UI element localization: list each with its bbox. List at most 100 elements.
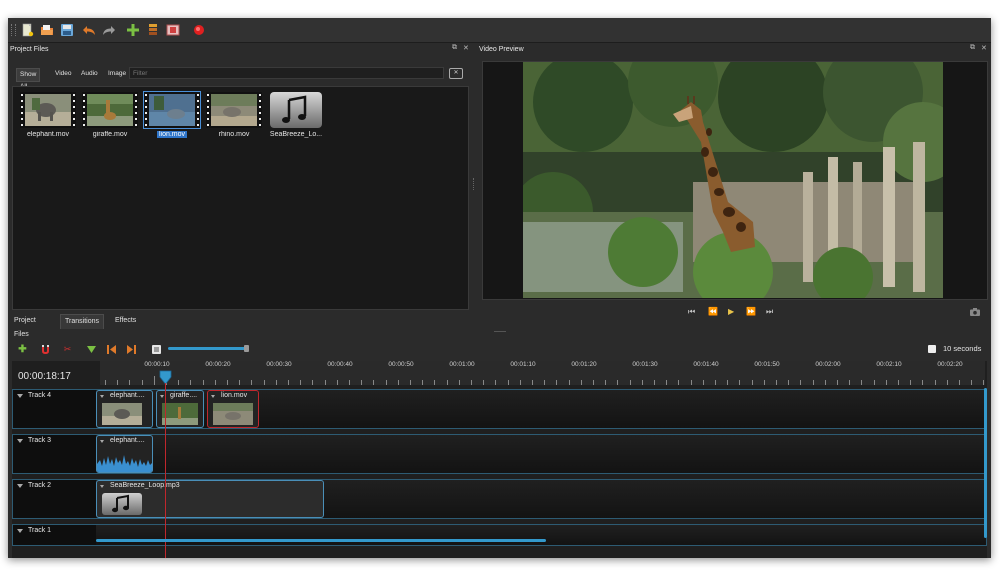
- ruler-tick: [288, 380, 289, 385]
- tab-audio[interactable]: Audio: [78, 68, 101, 80]
- clear-filter-icon[interactable]: ✕: [449, 68, 463, 79]
- close-panel-icon[interactable]: ✕: [463, 44, 469, 52]
- tab-image[interactable]: Image: [105, 68, 129, 80]
- next-marker-icon[interactable]: [126, 344, 137, 355]
- ruler-tick: [629, 380, 631, 385]
- redo-icon[interactable]: [102, 23, 116, 37]
- clip-seabreeze[interactable]: SeaBreeze_Loop.mp3: [96, 480, 324, 518]
- float-panel-icon[interactable]: ⧉: [452, 44, 457, 52]
- ruler-label: 00:00:50: [388, 361, 414, 368]
- track-2[interactable]: Track 2 SeaBreeze_Loop.mp3: [12, 479, 987, 519]
- ruler-tick: [227, 380, 228, 385]
- playhead-line[interactable]: [165, 383, 166, 558]
- new-project-icon[interactable]: [20, 23, 34, 37]
- clip-elephant-audio[interactable]: elephant....: [96, 435, 153, 473]
- file-item-seabreeze[interactable]: SeaBreeze_Lo...: [265, 92, 327, 142]
- track-menu-icon[interactable]: [17, 439, 23, 443]
- tab-show-all[interactable]: Show All: [16, 68, 41, 90]
- ruler-tick: [837, 380, 838, 385]
- ruler-label: 00:01:10: [510, 361, 536, 368]
- clip-elephant[interactable]: elephant....: [96, 390, 153, 428]
- tab-transitions[interactable]: Transitions: [60, 314, 104, 329]
- undo-icon[interactable]: [82, 23, 96, 37]
- file-item-rhino[interactable]: rhino.mov: [203, 92, 265, 142]
- jump-start-icon[interactable]: ⏮: [688, 307, 695, 317]
- ruler-label: 00:00:20: [205, 361, 231, 368]
- ruler-tick: [434, 380, 436, 385]
- clip-menu-icon[interactable]: [100, 395, 104, 398]
- track-body[interactable]: SeaBreeze_Loop.mp3: [96, 480, 986, 518]
- openshot-window: Project Files ⧉ ✕ Show All Video Audio I…: [8, 18, 991, 558]
- ruler-tick: [471, 380, 472, 385]
- timeline-horizontal-scrollbar[interactable]: [96, 539, 546, 542]
- export-film-icon[interactable]: [166, 23, 180, 37]
- clip-menu-icon[interactable]: [211, 395, 215, 398]
- ruler-tick: [312, 380, 314, 385]
- fast-forward-icon[interactable]: ⏩: [746, 307, 756, 316]
- track-1[interactable]: Track 1: [12, 524, 987, 546]
- file-item-giraffe[interactable]: giraffe.mov: [79, 92, 141, 142]
- play-icon[interactable]: ▶: [728, 307, 734, 316]
- ruler-tick: [580, 380, 582, 385]
- ruler-tick: [129, 380, 131, 385]
- track-3[interactable]: Track 3 elephant....: [12, 434, 987, 474]
- ruler-tick: [885, 380, 887, 385]
- track-4[interactable]: Track 4 elephant.... giraffe.... lion.mo…: [12, 389, 987, 429]
- ruler-tick: [458, 380, 460, 385]
- jump-end-icon[interactable]: ⏭: [766, 307, 773, 317]
- preview-frame: [523, 62, 943, 298]
- zoom-slider-track[interactable]: [168, 347, 246, 350]
- close-panel-icon[interactable]: ✕: [981, 44, 987, 52]
- file-name: rhino.mov: [218, 131, 250, 138]
- track-body[interactable]: [96, 525, 986, 545]
- clip-giraffe[interactable]: giraffe....: [156, 390, 204, 428]
- open-project-icon[interactable]: [40, 23, 54, 37]
- profile-icon[interactable]: [146, 23, 160, 37]
- track-body[interactable]: elephant....: [96, 435, 986, 473]
- track-menu-icon[interactable]: [17, 529, 23, 533]
- clip-lion[interactable]: lion.mov: [207, 390, 259, 428]
- clip-menu-icon[interactable]: [160, 395, 164, 398]
- tab-video[interactable]: Video: [52, 68, 75, 80]
- center-timeline-icon[interactable]: [151, 344, 162, 355]
- float-panel-icon[interactable]: ⧉: [970, 44, 975, 52]
- snapping-magnet-icon[interactable]: [40, 344, 51, 355]
- ruler-tick: [263, 380, 265, 385]
- razor-icon[interactable]: ✂: [62, 344, 73, 355]
- save-project-icon[interactable]: [60, 23, 74, 37]
- audio-thumbnail: [270, 92, 322, 128]
- file-item-elephant[interactable]: elephant.mov: [17, 92, 79, 142]
- record-icon[interactable]: [192, 23, 206, 37]
- ruler-label: 00:01:20: [571, 361, 597, 368]
- horizontal-splitter[interactable]: [494, 331, 506, 332]
- timeline-ruler[interactable]: 00:00:10 00:00:20 00:00:30 00:00:40 00:00:50…: [100, 361, 985, 385]
- add-marker-icon[interactable]: [86, 344, 97, 355]
- panel-splitter[interactable]: [473, 178, 476, 190]
- toolbar-grip[interactable]: [11, 24, 16, 36]
- clip-title: SeaBreeze_Loop.mp3: [110, 482, 180, 489]
- camera-icon[interactable]: [970, 308, 980, 316]
- ruler-tick: [788, 380, 790, 385]
- timeline-vertical-scrollbar[interactable]: [984, 388, 987, 538]
- track-menu-icon[interactable]: [17, 394, 23, 398]
- add-track-icon[interactable]: ✚: [17, 344, 28, 355]
- zoom-slider-handle[interactable]: [244, 345, 249, 352]
- tab-project-files[interactable]: Project Files: [10, 314, 40, 338]
- track-menu-icon[interactable]: [17, 484, 23, 488]
- previous-marker-icon[interactable]: [106, 344, 117, 355]
- rewind-icon[interactable]: ⏪: [708, 307, 718, 316]
- filter-input[interactable]: Filter: [129, 67, 444, 79]
- video-preview-screen[interactable]: [482, 61, 988, 300]
- music-note-icon: [282, 95, 307, 123]
- clip-menu-icon[interactable]: [100, 485, 104, 488]
- file-item-lion[interactable]: lion.mov: [141, 91, 203, 142]
- zoom-checkbox-icon[interactable]: [928, 345, 936, 353]
- audio-thumbnail: [102, 493, 142, 515]
- clip-menu-icon[interactable]: [100, 440, 104, 443]
- ruler-tick: [568, 380, 570, 385]
- track-body[interactable]: elephant.... giraffe.... lion.mov: [96, 390, 986, 428]
- video-thumbnail: [20, 92, 76, 128]
- track-header: Track 2: [13, 480, 96, 518]
- import-files-icon[interactable]: [126, 23, 140, 37]
- tab-effects[interactable]: Effects: [111, 314, 140, 328]
